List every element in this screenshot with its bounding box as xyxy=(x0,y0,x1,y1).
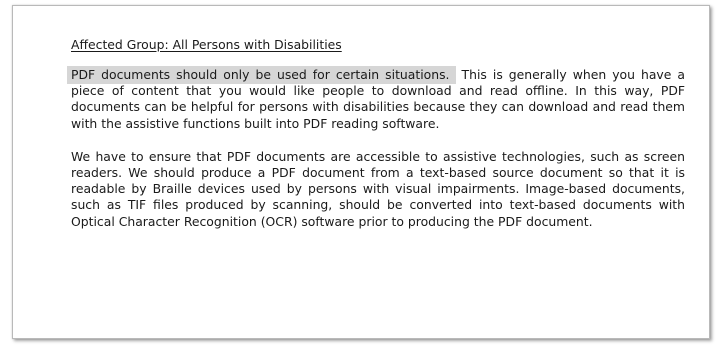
document-page: Affected Group: All Persons with Disabil… xyxy=(12,5,710,339)
affected-group-heading: Affected Group: All Persons with Disabil… xyxy=(71,37,342,52)
highlighted-sentence: PDF documents should only be used for ce… xyxy=(67,66,456,84)
paragraph-pdf-usage: PDF documents should only be used for ce… xyxy=(67,66,685,132)
document-content: Affected Group: All Persons with Disabil… xyxy=(67,37,685,247)
paragraph-accessibility: We have to ensure that PDF documents are… xyxy=(71,148,685,229)
